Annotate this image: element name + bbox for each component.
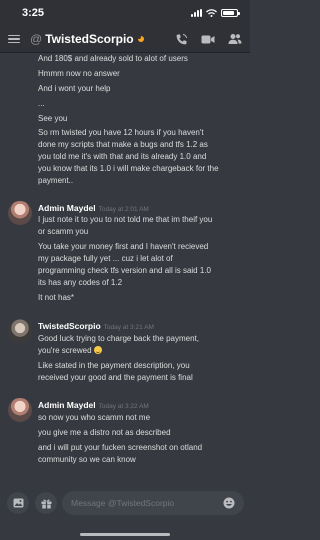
message-line: See you: [38, 114, 68, 123]
wifi-icon: [206, 9, 217, 17]
avatar-admin-maydel[interactable]: [8, 398, 32, 422]
message-author[interactable]: TwistedScorpio Today at 3:21 AM: [38, 321, 154, 333]
message-line: Hmmm now no answer: [38, 69, 120, 78]
phone-call-icon[interactable]: [175, 33, 188, 46]
message-line: community so we can know: [38, 455, 136, 464]
avatar-admin-maydel[interactable]: [8, 201, 32, 225]
message-line: you give me a distro not as described: [38, 428, 171, 437]
message-line: So rm twisted you have 12 hours if you h…: [38, 128, 204, 137]
avatar-twistedscorpio[interactable]: [8, 319, 32, 343]
message-text: you're screwed: [38, 346, 92, 355]
message-author[interactable]: Admin Maydel Today at 3:22 AM: [38, 400, 149, 412]
ios-status-bar: 3:25: [0, 0, 250, 26]
message-line: programming check tfs version and all is…: [38, 266, 211, 275]
header-actions: [175, 33, 242, 46]
message-line: received your good and the payment is fi…: [38, 373, 193, 382]
message-timestamp: Today at 3:21 AM: [103, 324, 154, 331]
emoji-icon[interactable]: [223, 497, 235, 509]
members-icon[interactable]: [228, 33, 242, 45]
message-timestamp: Today at 3:22 AM: [98, 403, 149, 410]
cell-signal-icon: [191, 9, 202, 17]
message-line: you know that its 1.0 i will make charge…: [38, 164, 219, 173]
message-line: so now you who scamm not me: [38, 413, 151, 422]
video-camera-icon[interactable]: [201, 34, 215, 45]
message-line: done my scripts that make a bugs and tfs…: [38, 140, 208, 149]
image-icon: [13, 498, 23, 508]
message-line: its has any codes of 1.2: [38, 278, 123, 287]
dm-username: TwistedScorpio: [45, 32, 134, 46]
status-time: 3:25: [22, 7, 45, 19]
message-list: And 180$ and already sold to alot of use…: [0, 53, 250, 488]
dm-header: @ TwistedScorpio: [0, 26, 250, 53]
message-line: you told me it's with that and its alrea…: [38, 152, 207, 161]
message-line: You take your money first and I haven't …: [38, 242, 209, 251]
idle-status-icon: [137, 36, 144, 42]
message-input[interactable]: Message @TwistedScorpio: [62, 491, 244, 515]
grimacing-emoji-icon: [93, 346, 102, 354]
upload-image-button[interactable]: [7, 492, 29, 514]
author-name: Admin Maydel: [38, 400, 96, 410]
status-icons: [191, 9, 240, 17]
message-timestamp: Today at 2:01 AM: [98, 206, 149, 213]
message-line: you're screwed: [38, 345, 244, 356]
message-input-placeholder: Message @TwistedScorpio: [71, 498, 175, 508]
message-line: Like stated in the payment description, …: [38, 361, 190, 370]
message-line: And i wont your help: [38, 84, 111, 93]
message-line: payment..: [38, 176, 74, 185]
author-name: TwistedScorpio: [38, 321, 101, 331]
hamburger-icon[interactable]: [8, 34, 20, 44]
message-line: And 180$ and already sold to alot of use…: [38, 54, 188, 63]
message-composer: Message @TwistedScorpio: [0, 488, 250, 540]
battery-icon: [221, 9, 240, 17]
message-line: my package fully yet ... cuz i let alot …: [38, 254, 173, 263]
at-icon: @: [30, 32, 43, 46]
home-indicator: [80, 533, 170, 536]
message-line: Good luck trying to charge back the paym…: [38, 334, 199, 343]
message-line: and i will put your fucken screenshot on…: [38, 443, 203, 452]
gift-button[interactable]: [35, 492, 57, 514]
message-line: I just note it to you to not told me tha…: [38, 215, 213, 224]
message-line: It not has*: [38, 293, 75, 302]
message-line: ...: [38, 99, 45, 108]
gift-icon: [41, 499, 51, 508]
author-name: Admin Maydel: [38, 203, 96, 213]
message-line: or scamm you: [38, 227, 89, 236]
